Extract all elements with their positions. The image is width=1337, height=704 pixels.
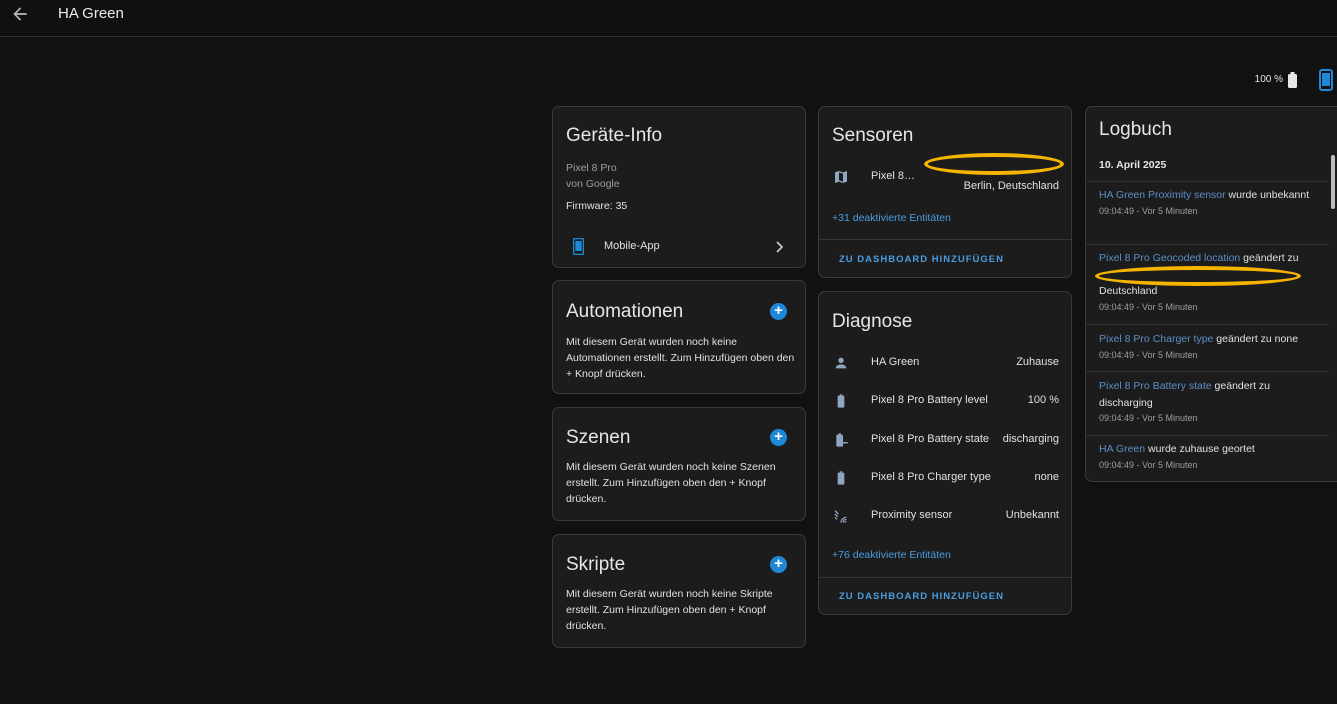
scripts-card: Skripte + Mit diesem Gerät wurden noch k… [552,534,806,648]
diagnostic-row[interactable]: Pixel 8 Pro Battery level 100 % [819,391,1071,411]
sensor-value: Berlin, Deutschland [963,180,1059,192]
battery-icon [1288,72,1297,88]
device-status: 100 % [1197,69,1337,91]
divider [1086,371,1329,372]
sensors-disabled-entities-link[interactable]: +31 deaktivierte Entitäten [832,212,951,224]
device-info-card: Geräte-Info Pixel 8 Pro von Google Firmw… [552,106,806,268]
automations-card: Automationen + Mit diesem Gerät wurden n… [552,280,806,394]
battery-percentage: 100 % [1254,74,1283,85]
logbook-entity-link[interactable]: Pixel 8 Pro Geocoded location [1099,252,1240,264]
scenes-title: Szenen [566,427,631,448]
cellphone-icon [572,237,585,260]
diagnostics-disabled-entities-link[interactable]: +76 deaktivierte Entitäten [832,549,951,561]
logbook-entry: HA Green wurde zuhause geortet 09:04:49 … [1099,441,1319,472]
logbook-date: 10. April 2025 [1099,159,1167,171]
diagnostic-value: Unbekannt [1005,509,1059,521]
logbook-message: wurde unbekannt [1225,189,1310,201]
person-icon [833,355,849,371]
logbook-timestamp: 09:04:49 - Vor 5 Minuten [1099,205,1198,216]
device-firmware: Firmware: 35 [566,200,628,212]
logbook-timestamp: 09:04:49 - Vor 5 Minuten [1099,301,1198,312]
diagnostic-value: discharging [1002,433,1059,445]
divider [819,577,1071,578]
sensors-add-to-dashboard-button[interactable]: ZU DASHBOARD HINZUFÜGEN [839,254,1004,265]
chevron-right-icon [775,240,784,258]
logbook-entity-link[interactable]: HA Green [1099,443,1145,455]
device-manufacturer: von Google [566,178,620,190]
logbook-title: Logbuch [1099,119,1172,140]
scenes-empty-text: Mit diesem Gerät wurden noch keine Szene… [566,461,776,505]
battery-icon [833,470,849,486]
diagnostic-name: Pixel 8 Pro Battery level [871,394,988,406]
scenes-card: Szenen + Mit diesem Gerät wurden noch ke… [552,407,806,521]
logbook-entry: Pixel 8 Pro Battery state geändert zu di… [1099,378,1319,425]
sensor-name: Pixel 8… [871,170,916,182]
proximity-icon [833,508,849,524]
logbook-entity-link[interactable]: Pixel 8 Pro Charger type [1099,333,1213,345]
diagnostic-value: 100 % [1027,394,1059,406]
logbook-entity-link[interactable]: HA Green Proximity sensor [1099,189,1226,201]
highlight-ellipse [924,153,1064,175]
diagnostic-name: Pixel 8 Pro Charger type [871,471,991,483]
battery-icon [833,393,849,409]
automations-empty-text: Mit diesem Gerät wurden noch keine Autom… [566,336,795,380]
diagnostics-card: Diagnose HA Green Zuhause Pixel 8 Pro Ba… [818,291,1072,615]
sensors-card: Sensoren Pixel 8… Berlin, Deutschland +3… [818,106,1072,278]
cellphone-icon[interactable] [1319,69,1333,91]
divider [1086,181,1329,182]
logbook-entity-link[interactable]: Pixel 8 Pro Battery state [1099,380,1212,392]
automations-title: Automationen [566,301,684,322]
logbook-card: Logbuch 10. April 2025 HA Green Proximit… [1085,106,1337,482]
logbook-entry: Pixel 8 Pro Charger type geändert zu non… [1099,331,1319,362]
scripts-title: Skripte [566,554,626,575]
sensors-title: Sensoren [832,125,914,146]
diagnostic-name: HA Green [871,356,920,368]
add-automation-button[interactable]: + [770,303,787,320]
logbook-timestamp: 09:04:49 - Vor 5 Minuten [1099,459,1198,470]
logbook-scrollbar[interactable] [1331,155,1335,209]
integration-link[interactable]: Mobile-App [553,235,805,259]
diagnostics-add-to-dashboard-button[interactable]: ZU DASHBOARD HINZUFÜGEN [839,591,1004,602]
device-info-title: Geräte-Info [566,125,663,146]
logbook-timestamp: 09:04:49 - Vor 5 Minuten [1099,413,1198,423]
map-icon [833,169,849,185]
divider [1086,244,1329,245]
add-scene-button[interactable]: + [770,429,787,446]
add-script-button[interactable]: + [770,556,787,573]
diagnostic-row[interactable]: Pixel 8 Pro Charger type none [819,468,1071,488]
logbook-message: geändert zu none [1213,333,1299,345]
diagnostic-name: Proximity sensor [871,509,953,521]
logbook-message: wurde zuhause geortet [1145,443,1255,455]
divider [819,239,1071,240]
diagnostic-row[interactable]: HA Green Zuhause [819,353,1071,373]
diagnostic-value: Zuhause [1016,356,1059,368]
diagnostics-title: Diagnose [832,311,913,332]
page-title: HA Green [58,5,124,22]
diagnostic-row[interactable]: Pixel 8 Pro Battery state discharging [819,430,1071,450]
arrow-left-icon[interactable] [10,4,30,24]
logbook-entry: HA Green Proximity sensor wurde unbekann… [1099,187,1319,218]
divider [1086,435,1329,436]
integration-label: Mobile-App [604,240,660,252]
battery-minus-icon [833,432,849,448]
top-app-bar: HA Green [0,0,1337,37]
logbook-timestamp: 09:04:49 - Vor 5 Minuten [1099,349,1198,360]
diagnostic-name: Pixel 8 Pro Battery state [871,433,989,445]
logbook-message: geändert zu [1240,252,1299,264]
scripts-empty-text: Mit diesem Gerät wurden noch keine Skrip… [566,588,773,632]
device-model: Pixel 8 Pro [566,162,617,174]
diagnostic-row[interactable]: Proximity sensor Unbekannt [819,506,1071,526]
diagnostic-value: none [1034,471,1059,483]
divider [1086,324,1329,325]
highlight-ellipse [1095,266,1301,286]
